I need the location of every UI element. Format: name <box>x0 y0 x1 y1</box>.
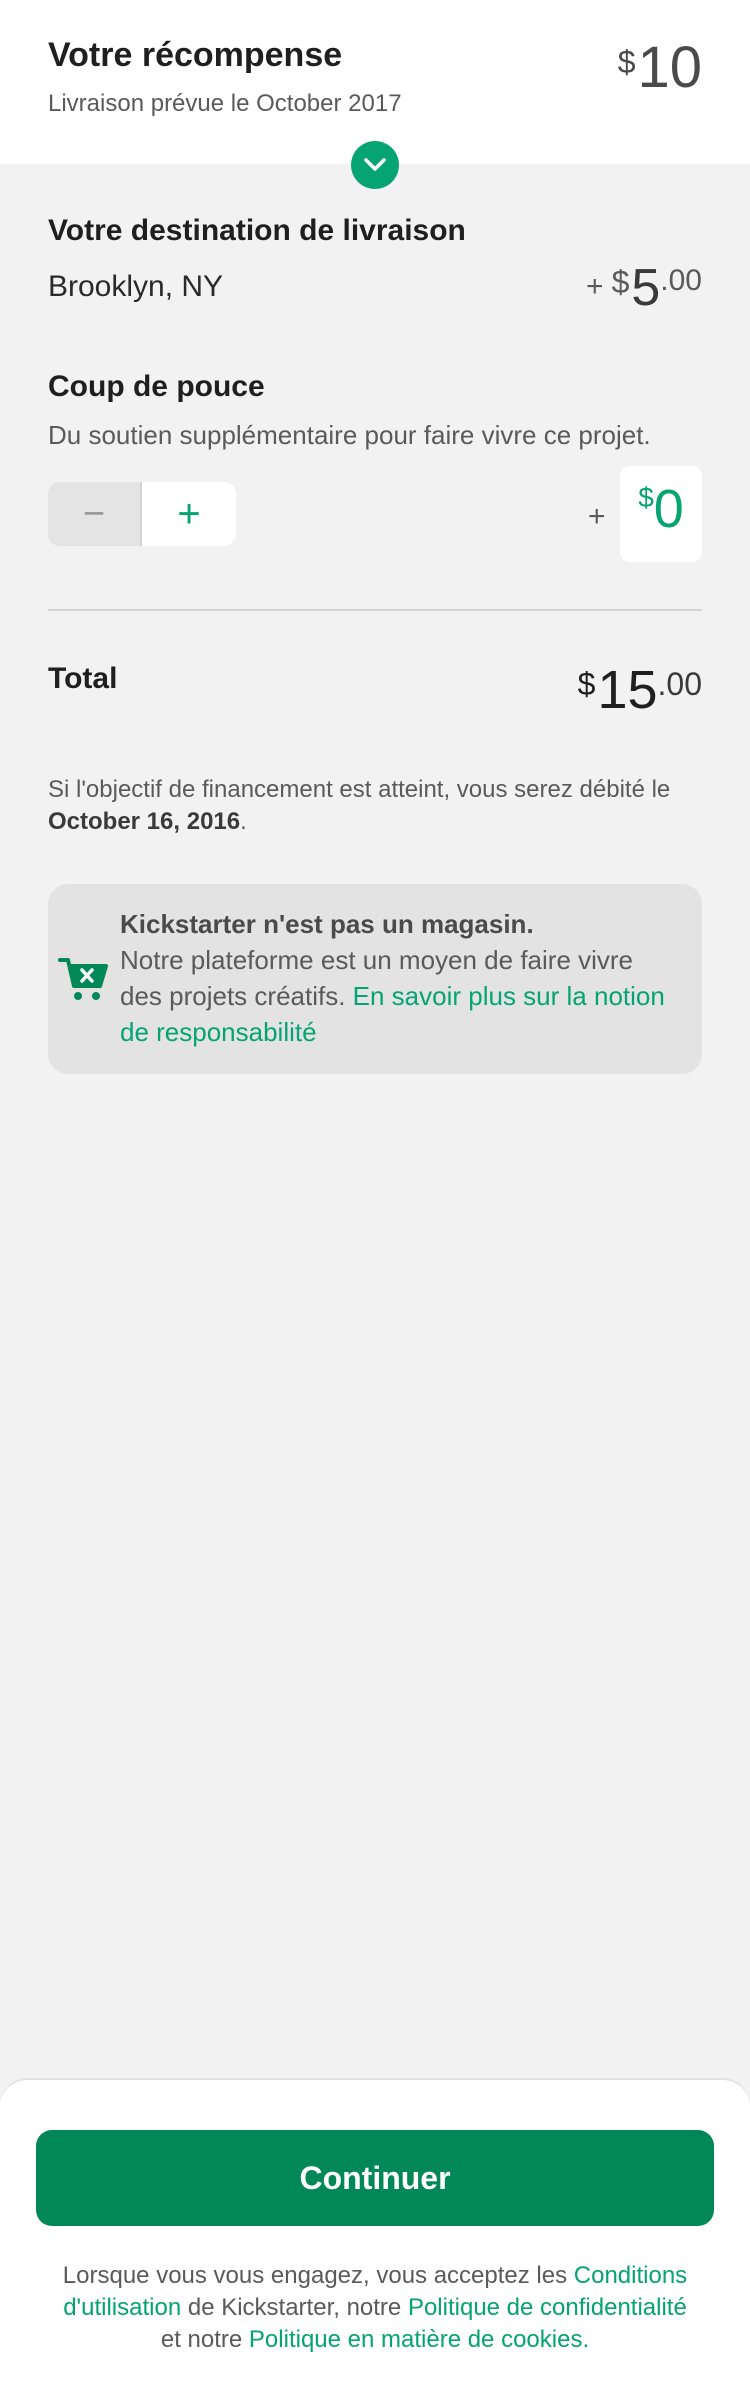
total-amount-decimals: .00 <box>657 666 702 702</box>
bonus-description: Du soutien supplémentaire pour faire viv… <box>48 420 651 450</box>
continue-button[interactable]: Continuer <box>36 2130 714 2226</box>
charge-date: October 16, 2016 <box>48 808 241 835</box>
shipping-amount-decimals: .00 <box>660 264 702 297</box>
shipping-amount: + $ 5 .00 <box>586 258 702 318</box>
increment-button[interactable]: + <box>142 482 236 546</box>
reward-delivery-date: Livraison prévue le October 2017 <box>48 90 402 117</box>
legal-text-4: . <box>582 2326 590 2353</box>
total-label: Total <box>48 662 118 695</box>
legal-text-1: Lorsque vous vous engagez, vous acceptez… <box>62 2262 574 2289</box>
reward-currency: $ <box>617 44 636 80</box>
shipping-title: Votre destination de livraison <box>48 214 466 247</box>
shipping-plus: + <box>586 270 604 303</box>
reward-header: Votre récompense Livraison prévue le Oct… <box>0 0 750 164</box>
charge-text: Si l'objectif de financement est atteint… <box>48 776 671 803</box>
reward-amount: $ 10 <box>618 36 702 100</box>
expand-reward-button[interactable] <box>351 141 399 189</box>
bottom-sheet: Continuer Lorsque vous vous engagez, vou… <box>0 2078 750 2400</box>
bonus-title: Coup de pouce <box>48 370 265 403</box>
total-currency: $ <box>577 666 596 702</box>
total-amount-value: 15 <box>597 660 658 720</box>
chevron-down-icon <box>364 158 386 171</box>
privacy-link[interactable]: Politique de confidentialité <box>408 2294 687 2321</box>
bonus-plus: + <box>588 500 606 533</box>
bonus-amount-value: 0 <box>653 479 684 539</box>
cookies-link[interactable]: Politique en matière de cookies <box>249 2326 583 2353</box>
reward-title: Votre récompense <box>48 36 343 74</box>
legal-text-2: de Kickstarter, notre <box>181 2294 408 2321</box>
decrement-button[interactable]: − <box>48 482 142 546</box>
charge-note: Si l'objectif de financement est atteint… <box>48 774 708 838</box>
legal-text: Lorsque vous vous engagez, vous acceptez… <box>60 2260 690 2356</box>
not-a-store-notice: Kickstarter n'est pas un magasin. Notre p… <box>48 884 702 1074</box>
legal-text-3: et notre <box>160 2326 249 2353</box>
shipping-location[interactable]: Brooklyn, NY <box>48 270 223 304</box>
bonus-amount-input[interactable]: $ 0 <box>620 466 702 562</box>
shipping-amount-value: 5 <box>631 259 661 317</box>
charge-text-end: . <box>240 808 247 835</box>
reward-amount-value: 10 <box>637 35 702 100</box>
bonus-stepper: − + <box>48 482 236 546</box>
bonus-currency: $ <box>638 482 654 513</box>
total-amount: $ 15 .00 <box>578 660 702 720</box>
notice-title: Kickstarter n'est pas un magasin. <box>120 909 534 939</box>
cart-icon <box>58 958 108 1000</box>
shipping-currency: $ <box>611 264 630 300</box>
divider <box>48 609 702 611</box>
notice-text: Kickstarter n'est pas un magasin. Notre p… <box>120 906 680 1050</box>
